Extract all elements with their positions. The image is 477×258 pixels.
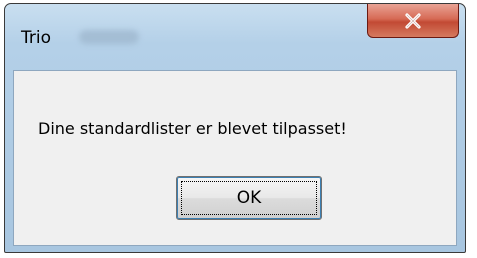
- window-title: Trio: [21, 28, 51, 48]
- blurred-title-text: [79, 30, 139, 44]
- close-x-icon: [405, 12, 421, 29]
- close-button[interactable]: [367, 4, 459, 38]
- dialog-message: Dine standardlister er blevet tilpasset!: [38, 119, 347, 138]
- titlebar[interactable]: Trio: [5, 4, 465, 70]
- dialog-client-area: Dine standardlister er blevet tilpasset!…: [13, 70, 457, 246]
- ok-button[interactable]: OK: [176, 176, 322, 220]
- ok-button-label: OK: [181, 181, 317, 215]
- dialog-window: Trio Dine standardlister er blevet tilpa…: [4, 3, 466, 253]
